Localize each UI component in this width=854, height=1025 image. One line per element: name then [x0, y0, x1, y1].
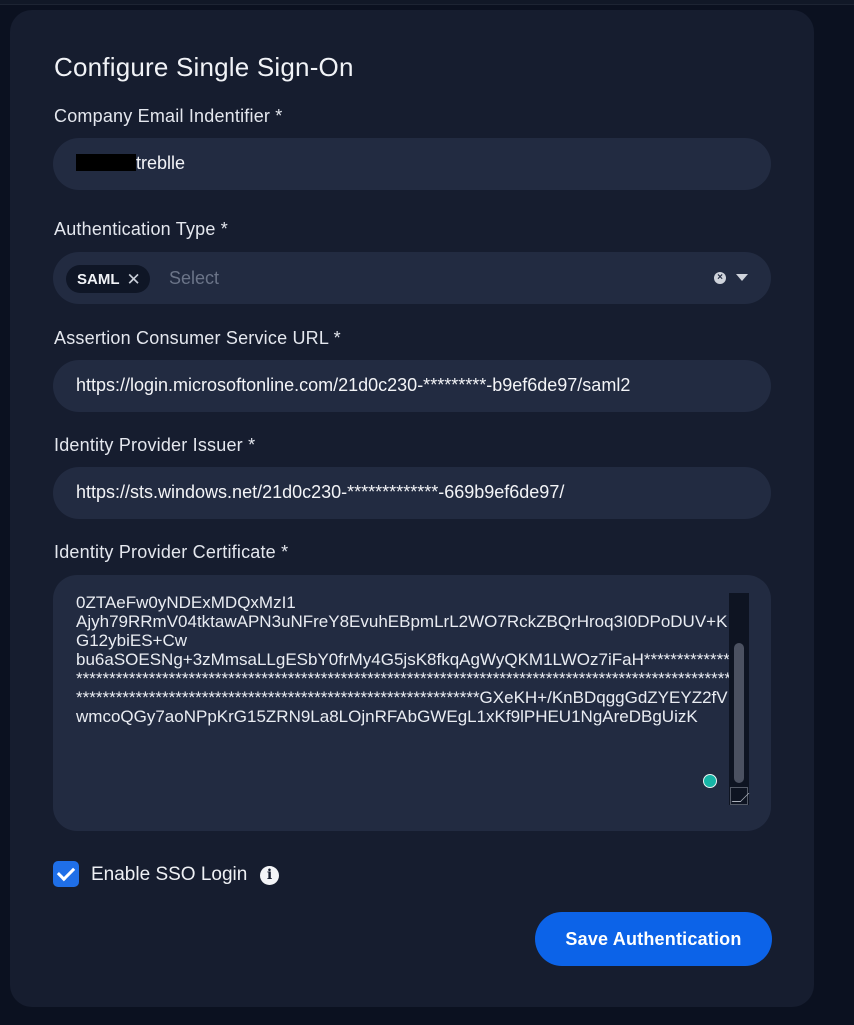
acs-url-field[interactable]: https://login.microsoftonline.com/21d0c2… [53, 360, 771, 412]
email-label: Company Email Indentifier * [54, 106, 283, 126]
check-icon[interactable] [53, 861, 79, 887]
cursor-dot-icon [703, 774, 717, 788]
email-value-wrapper: treblle [76, 153, 185, 174]
acs-url-value: https://login.microsoftonline.com/21d0c2… [76, 375, 631, 395]
scrollbar-thumb[interactable] [734, 643, 744, 783]
auth-type-select[interactable]: SAML ✕ Select × [53, 252, 771, 304]
certificate-textarea[interactable]: 0ZTAeFw0yNDExMDQxMzI1 Ajyh79RRmV04tktawA… [53, 575, 771, 831]
redacted-block [76, 154, 136, 171]
chevron-down-icon[interactable] [736, 274, 748, 281]
sso-config-card: Configure Single Sign-On Company Email I… [10, 10, 814, 1007]
scrollbar[interactable] [729, 593, 749, 805]
chip-label: SAML [77, 270, 120, 288]
auth-type-label: Authentication Type * [54, 219, 228, 239]
clear-icon[interactable]: × [714, 272, 726, 284]
certificate-label: Identity Provider Certificate * [54, 542, 289, 562]
select-placeholder: Select [169, 268, 220, 288]
issuer-field[interactable]: https://sts.windows.net/21d0c230-*******… [53, 467, 771, 519]
enable-sso-label: Enable SSO Login [91, 864, 248, 885]
close-icon[interactable]: ✕ [127, 271, 141, 288]
top-bar [0, 0, 854, 5]
email-field[interactable]: treblle [53, 138, 771, 190]
save-authentication-button[interactable]: Save Authentication [535, 912, 772, 966]
acs-url-label: Assertion Consumer Service URL * [54, 328, 341, 348]
selected-chip-saml: SAML ✕ [66, 265, 150, 293]
certificate-value: 0ZTAeFw0yNDExMDQxMzI1 Ajyh79RRmV04tktawA… [76, 593, 731, 726]
issuer-value: https://sts.windows.net/21d0c230-*******… [76, 482, 565, 502]
issuer-label: Identity Provider Issuer * [54, 435, 256, 455]
resize-handle-icon[interactable] [730, 787, 748, 805]
email-value: treblle [136, 153, 186, 173]
info-icon[interactable]: i [260, 866, 279, 885]
page-title: Configure Single Sign-On [54, 52, 354, 82]
